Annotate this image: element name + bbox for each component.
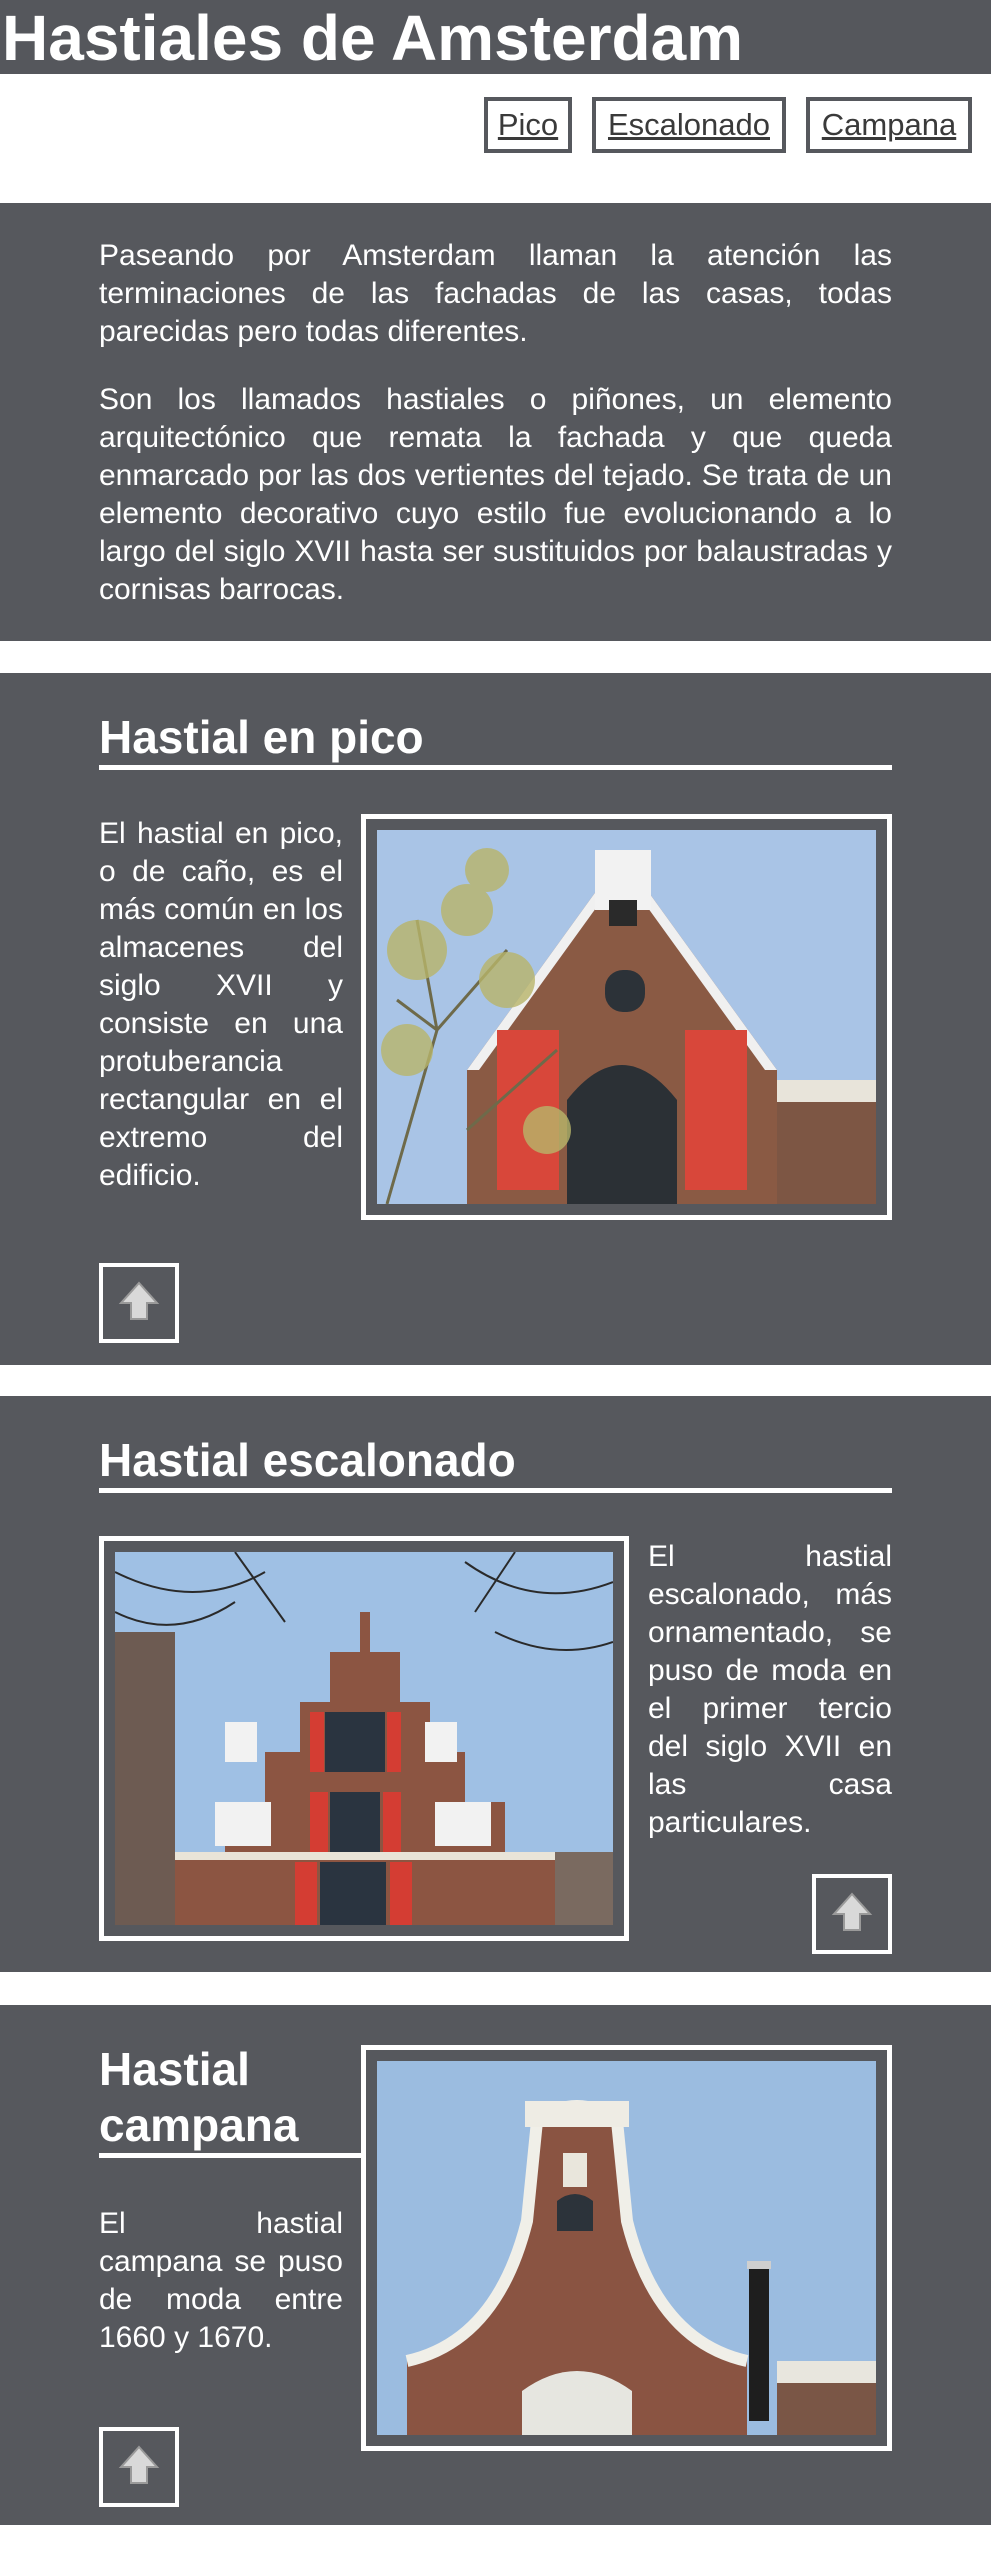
stepped-gable-photo xyxy=(99,1536,629,1941)
up-arrow-icon xyxy=(830,1890,874,1939)
intro-paragraph-2: Son los llamados hastiales o piñones, un… xyxy=(99,383,892,606)
section-text-escalonado: El hastial escalonado, más ornamentado, … xyxy=(648,1540,892,1839)
page-header: Hastiales de Amsterdam xyxy=(0,0,991,74)
up-arrow-icon xyxy=(117,2443,161,2492)
page-title: Hastiales de Amsterdam xyxy=(2,2,744,74)
section-text-pico: El hastial en pico, o de caño, es el más… xyxy=(99,817,343,1192)
section-pico: Hastial en pico El hastial en pico, o de… xyxy=(0,673,991,1365)
section-campana: Hastial campana El hastial campana se pu… xyxy=(0,2005,991,2525)
back-to-top-button-pico[interactable] xyxy=(99,1263,179,1343)
back-to-top-button-campana[interactable] xyxy=(99,2427,179,2507)
section-text-campana: El hastial campana se puso de moda entre… xyxy=(99,2207,343,2354)
section-title-escalonado: Hastial escalonado xyxy=(99,1432,892,1493)
back-to-top-button-escalonado[interactable] xyxy=(812,1874,892,1954)
section-title-campana: Hastial campana xyxy=(99,2041,361,2158)
section-title-pico: Hastial en pico xyxy=(99,709,892,770)
intro-section: Paseando por Amsterdam llaman la atenció… xyxy=(0,203,991,641)
nav-link-campana[interactable]: Campana xyxy=(806,97,972,153)
nav-link-escalonado[interactable]: Escalonado xyxy=(592,97,786,153)
bell-gable-photo xyxy=(361,2045,892,2451)
section-escalonado: Hastial escalonado El hastial escalonado… xyxy=(0,1396,991,1972)
intro-paragraph-1: Paseando por Amsterdam llaman la atenció… xyxy=(99,239,892,348)
up-arrow-icon xyxy=(117,1279,161,1328)
nav-link-pico[interactable]: Pico xyxy=(484,97,572,153)
pointed-gable-photo xyxy=(361,814,892,1220)
